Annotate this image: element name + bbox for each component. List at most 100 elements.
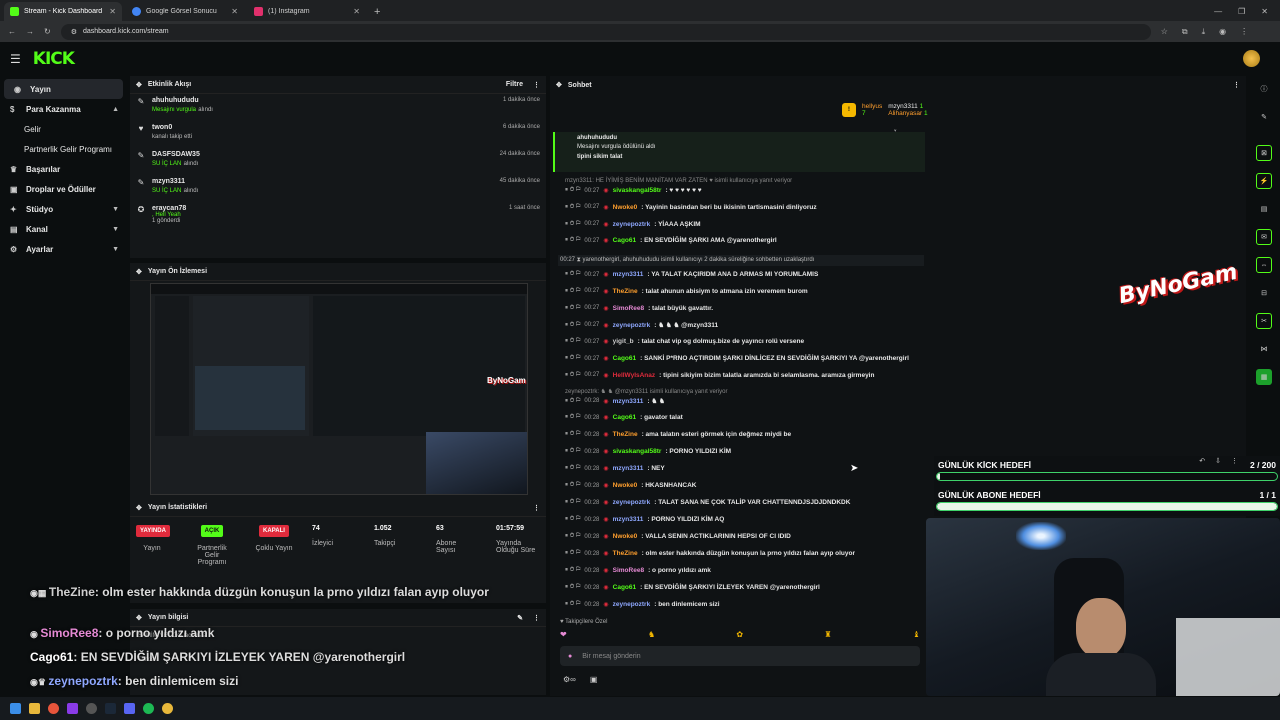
chat-message[interactable]: ⏸ ⏱ ⚐ 00:28 ◉ Nwoke0: VALLA SENIN ACTIKLARI… [565,533,791,540]
message-user[interactable]: yigit_b [613,338,634,345]
chat-input[interactable]: ● Bir mesaj gönderin [560,646,920,666]
close-window-icon[interactable]: ✕ [1261,7,1268,16]
user-avatar[interactable] [1243,50,1260,67]
activity-user[interactable]: twon0 [152,124,192,131]
extensions-icon[interactable]: ⧉ [1182,27,1188,37]
mod-actions-icon[interactable]: ⏸ ⏱ ⚐ [565,431,580,438]
message-user[interactable]: Nwoke0 [613,204,638,211]
chat-message[interactable]: ⏸ ⏱ ⚐ 00:28 ◉ TheZine: olm ester hakkında d… [565,550,855,557]
message-user[interactable]: sivaskangal58tr [613,448,662,455]
activity-user[interactable]: ahuhuhududu [152,97,213,104]
mod-actions-icon[interactable]: ⏸ ⏱ ⚐ [565,237,580,244]
activity-user[interactable]: DASFSDAW35 [152,151,200,158]
message-user[interactable]: Cago61 [613,237,636,244]
clip-icon[interactable]: ⊟ [1256,285,1272,301]
mod-actions-icon[interactable]: ⏸ ⏱ ⚐ [565,414,580,421]
chat-message[interactable]: ⏸ ⏱ ⚐ 00:28 ◉ zeynepoztrk: TALAT SANA NE ÇO… [565,499,850,506]
message-user[interactable]: Nwoke0 [613,533,638,540]
mod-actions-icon[interactable]: ⏸ ⏱ ⚐ [565,516,580,523]
activity-user[interactable]: eraycan78 [152,205,186,212]
sidebar-item-basarilar[interactable]: ♛ Başarılar [0,159,127,179]
pencil-icon[interactable]: ✎ [1256,109,1272,125]
chat-settings-icon[interactable]: ⚙∞ [563,675,576,684]
sidebar-item-droplar[interactable]: ▣ Droplar ve Ödüller [0,179,127,199]
download-icon[interactable]: ⤓ [1202,27,1206,37]
chat-message[interactable]: ⏸ ⏱ ⚐ 00:27 ◉ zeynepoztrk: ♞ ♞ ♞ @mzyn3311 [565,321,718,330]
more-icon[interactable]: ⋮ [533,81,540,89]
sidebar-item-kanal[interactable]: ▤ Kanal ▼ [0,219,127,239]
mod-actions-icon[interactable]: ⏸ ⏱ ⚐ [565,271,580,278]
chat-message[interactable]: ⏸ ⏱ ⚐ 00:27 ◉ zeynepoztrk: YİAAA AŞKIM [565,221,701,228]
chat-message[interactable]: ⏸ ⏱ ⚐ 00:27 ◉ sivaskangal58tr: ♥ ♥ ♥ ♥ ♥ ♥ [565,187,702,194]
chat-message[interactable]: ⏸ ⏱ ⚐ 00:27 ◉ mzyn3311: YA TALAT KAÇIRIDM A… [565,271,818,278]
emote-icon[interactable]: ♞ [648,630,655,639]
mod-actions-icon[interactable]: ⏸ ⏱ ⚐ [565,187,580,194]
file-explorer-icon[interactable] [29,703,40,714]
back-icon[interactable]: ← [8,27,16,36]
message-user[interactable]: TheZine [613,550,638,557]
chat-message[interactable]: ⏸ ⏱ ⚐ 00:28 ◉ Nwoke0: HKASNHANCAK [565,482,696,489]
sidebar-item-studyo[interactable]: ✦ Stüdyo ▼ [0,199,127,219]
filter-button[interactable]: Filtre [506,81,523,89]
emote-icon[interactable]: ♜ [824,630,831,639]
chat-message[interactable]: ⏸ ⏱ ⚐ 00:27 ◉ HellWyIsAnaz: tipini sikiyim … [565,372,874,379]
message-user[interactable]: Cago61 [613,355,636,362]
link-icon[interactable]: ⇔ [1256,257,1272,273]
mod-actions-icon[interactable]: ⏸ ⏱ ⚐ [565,499,580,506]
mod-actions-icon[interactable]: ⏸ ⏱ ⚐ [565,601,580,608]
mod-actions-icon[interactable]: ⏸ ⏱ ⚐ [565,584,580,591]
hamburger-menu-icon[interactable]: ☰ [10,52,21,66]
message-user[interactable]: HellWyIsAnaz [613,372,656,379]
tab-google-images[interactable]: Google Görsel Sonucu ✕ [126,2,244,21]
steam-icon[interactable] [105,703,116,714]
drag-handle-icon[interactable]: ✥ [136,81,142,89]
mod-actions-icon[interactable]: ⏸ ⏱ ⚐ [565,221,580,228]
more-icon[interactable]: ⋮ [1231,457,1238,465]
mod-actions-icon[interactable]: ⏸ ⏱ ⚐ [565,398,580,405]
emote-icon[interactable]: ♝ [913,630,920,639]
close-icon[interactable]: ✕ [231,7,238,16]
mod-actions-icon[interactable]: ⏸ ⏱ ⚐ [565,448,580,455]
chat-message[interactable]: ⏸ ⏱ ⚐ 00:28 ◉ TheZine: ama talatın esteri g… [565,431,791,438]
mod-actions-icon[interactable]: ⏸ ⏱ ⚐ [565,465,580,472]
drag-handle-icon[interactable]: ✥ [136,504,142,512]
chat-message[interactable]: ⏸ ⏱ ⚐ 00:28 ◉ mzyn3311: ♞ ♞ [565,397,665,406]
windows-start-icon[interactable] [10,703,21,714]
forward-icon[interactable]: → [26,27,34,36]
message-user[interactable]: Nwoke0 [613,482,638,489]
pin-icon[interactable]: ⇩ [1215,457,1221,465]
rail-tool-icon[interactable]: ⊠ [1256,145,1272,161]
more-icon[interactable]: ⋮ [533,614,540,622]
mod-actions-icon[interactable]: ⏸ ⏱ ⚐ [565,550,580,557]
chat-message[interactable]: ⏸ ⏱ ⚐ 00:28 ◉ mzyn3311: NEY [565,465,665,472]
more-icon[interactable]: ⋮ [533,504,540,512]
undo-icon[interactable]: ↶ [1199,457,1205,465]
chat-mod-icon[interactable]: ▣ [590,675,598,684]
browser-icon[interactable] [48,703,59,714]
chat-message[interactable]: ⏸ ⏱ ⚐ 00:28 ◉ mzyn3311: PORNO YILDIZI KİM A… [565,516,724,523]
top-user[interactable]: Alihanyasar [888,110,922,117]
url-field[interactable]: ⚙ dashboard.kick.com/stream [60,23,1151,40]
bookmark-star-icon[interactable]: ☆ [1161,27,1168,37]
chat-message[interactable]: ⏸ ⏱ ⚐ 00:28 ◉ sivaskangal58tr: PORNO YILDIZ… [565,448,731,455]
mod-actions-icon[interactable]: ⏸ ⏱ ⚐ [565,482,580,489]
chrome-icon[interactable] [162,703,173,714]
message-user[interactable]: sivaskangal58tr [613,187,662,194]
reload-icon[interactable]: ↻ [44,27,51,36]
spotify-icon[interactable] [143,703,154,714]
pinned-user[interactable]: ahuhuhududu [577,135,917,141]
mod-actions-icon[interactable]: ⏸ ⏱ ⚐ [565,533,580,540]
drag-handle-icon[interactable]: ✥ [556,81,562,89]
emote-icon[interactable]: ❤ [560,630,567,639]
app-icon[interactable] [67,703,78,714]
kick-logo[interactable]: KICK [33,49,75,69]
sidebar-item-yayin[interactable]: ◉ Yayın [4,79,123,99]
sidebar-item-partnerlik[interactable]: Partnerlik Gelir Programı [0,139,127,159]
chat-message[interactable]: ⏸ ⏱ ⚐ 00:28 ◉ Cago61: EN SEVDİĞİM ŞARKIYI İ… [565,584,820,591]
mod-actions-icon[interactable]: ⏸ ⏱ ⚐ [565,288,580,295]
discord-icon[interactable] [124,703,135,714]
chat-message[interactable]: ⏸ ⏱ ⚐ 00:27 ◉ SimoRee8: talat büyük gavattı… [565,305,713,312]
sidebar-item-gelir[interactable]: Gelir [0,119,127,139]
message-user[interactable]: zeynepoztrk [613,499,651,506]
message-user[interactable]: Cago61 [613,414,636,421]
